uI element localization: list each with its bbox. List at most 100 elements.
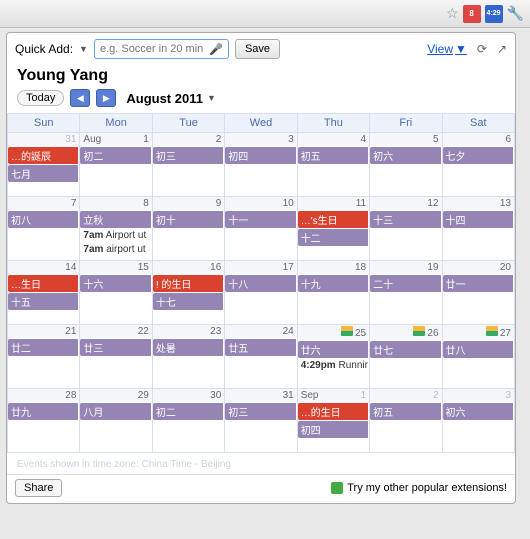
calendar-event[interactable]: 二十 [370,275,440,292]
day-cell[interactable]: 10十一 [225,197,297,261]
promo-link[interactable]: Try my other popular extensions! [331,482,507,494]
day-cell[interactable]: 8立秋7am Airport ut7am airport ut [80,197,152,261]
calendar-event[interactable]: 十四 [443,211,513,228]
day-cell[interactable]: 22廿三 [80,325,152,389]
calendar-event[interactable]: 初五 [370,403,440,420]
save-button[interactable]: Save [235,39,280,59]
calendar-event[interactable]: 初二 [153,403,223,420]
calendar-event[interactable]: 处暑 [153,339,223,356]
day-cell[interactable]: 21廿二 [8,325,80,389]
popout-icon[interactable]: ↗ [497,42,507,56]
mic-icon[interactable]: 🎤 [209,43,223,56]
day-cell[interactable]: Sep 1…的生日初四 [297,389,369,453]
calendar-event[interactable]: 十二 [298,229,368,246]
calendar-event[interactable]: 廿八 [443,341,513,358]
calendar-event[interactable]: 十一 [225,211,295,228]
calendar-event[interactable]: 廿三 [80,339,150,356]
calendar-event[interactable]: …的生日 [298,403,368,420]
share-button[interactable]: Share [15,479,62,497]
day-cell[interactable]: 30初二 [152,389,224,453]
calendar-event[interactable]: 初六 [370,147,440,164]
day-number: 25 [298,325,369,340]
extension-badge-2[interactable]: 4:29 [485,5,503,23]
calendar-event[interactable]: …'s生日 [298,211,368,228]
day-cell[interactable]: 15十六 [80,261,152,325]
prev-month-button[interactable]: ◀ [70,89,90,107]
quickadd-dropdown-icon[interactable]: ▼ [79,44,88,54]
day-cell[interactable]: 20廿一 [442,261,514,325]
calendar-event[interactable]: 初二 [80,147,150,164]
calendar-event[interactable]: …生日 [8,275,78,292]
calendar-event[interactable]: 7am airport ut [80,243,150,256]
calendar-event[interactable]: 十三 [370,211,440,228]
calendar-grid: SunMonTueWedThuFriSat 31…的誕辰七月Aug 1初二2初三… [7,113,515,453]
day-cell[interactable]: 3初四 [225,133,297,197]
day-cell[interactable]: 19二十 [370,261,442,325]
calendar-event[interactable]: 初三 [225,403,295,420]
calendar-event[interactable]: 4:29pm Running [298,359,368,372]
day-number: 5 [370,133,441,146]
calendar-event[interactable]: 初五 [298,147,368,164]
day-cell[interactable]: 17十八 [225,261,297,325]
day-cell[interactable]: 2初三 [152,133,224,197]
extension-badge-1[interactable]: 8 [463,5,481,23]
calendar-event[interactable]: 初十 [153,211,223,228]
day-cell[interactable]: 12十三 [370,197,442,261]
calendar-event[interactable]: …的誕辰 [8,147,78,164]
calendar-event[interactable]: 立秋 [80,211,150,228]
day-cell[interactable]: 29八月 [80,389,152,453]
calendar-event[interactable]: 廿六 [298,341,368,358]
day-cell[interactable]: 13十四 [442,197,514,261]
day-cell[interactable]: 23处暑 [152,325,224,389]
day-number: 17 [225,261,296,274]
day-cell[interactable]: 31…的誕辰七月 [8,133,80,197]
day-cell[interactable]: 6七夕 [442,133,514,197]
calendar-event[interactable]: 七夕 [443,147,513,164]
calendar-event[interactable]: 七月 [8,165,78,182]
bookmark-star-icon[interactable]: ☆ [446,5,459,22]
day-cell[interactable]: 11…'s生日十二 [297,197,369,261]
calendar-event[interactable]: 十五 [8,293,78,310]
calendar-event[interactable]: 廿一 [443,275,513,292]
calendar-event[interactable]: 廿五 [225,339,295,356]
day-cell[interactable]: 3初六 [442,389,514,453]
calendar-event[interactable]: 八月 [80,403,150,420]
day-cell[interactable]: 28廿九 [8,389,80,453]
calendar-event[interactable]: 7am Airport ut [80,229,150,242]
calendar-event[interactable]: 十六 [80,275,150,292]
day-number: 3 [225,133,296,146]
day-cell[interactable]: 2初五 [370,389,442,453]
day-cell[interactable]: 25廿六4:29pm Running [297,325,369,389]
calendar-event[interactable]: 廿二 [8,339,78,356]
day-cell[interactable]: 26廿七 [370,325,442,389]
day-cell[interactable]: 14…生日十五 [8,261,80,325]
next-month-button[interactable]: ▶ [96,89,116,107]
calendar-event[interactable]: 十七 [153,293,223,310]
day-cell[interactable]: 5初六 [370,133,442,197]
calendar-event[interactable]: 廿九 [8,403,78,420]
calendar-event[interactable]: 初六 [443,403,513,420]
day-cell[interactable]: Aug 1初二 [80,133,152,197]
day-cell[interactable]: 31初三 [225,389,297,453]
today-button[interactable]: Today [17,90,64,106]
calendar-event[interactable]: 初四 [298,421,368,438]
calendar-event[interactable]: 十八 [225,275,295,292]
view-link[interactable]: View▼ [427,42,467,56]
calendar-event[interactable]: 初四 [225,147,295,164]
day-cell[interactable]: 18十九 [297,261,369,325]
reload-icon[interactable]: ⟳ [477,42,487,56]
day-cell[interactable]: 16! 的生日十七 [152,261,224,325]
wrench-icon[interactable]: 🔧 [507,5,524,22]
day-number: 21 [8,325,79,338]
day-cell[interactable]: 27廿八 [442,325,514,389]
day-cell[interactable]: 4初五 [297,133,369,197]
day-cell[interactable]: 9初十 [152,197,224,261]
month-label[interactable]: August 2011▼ [126,91,216,106]
calendar-event[interactable]: ! 的生日 [153,275,223,292]
calendar-event[interactable]: 初三 [153,147,223,164]
day-cell[interactable]: 24廿五 [225,325,297,389]
calendar-event[interactable]: 初八 [8,211,78,228]
day-cell[interactable]: 7初八 [8,197,80,261]
calendar-event[interactable]: 十九 [298,275,368,292]
calendar-event[interactable]: 廿七 [370,341,440,358]
